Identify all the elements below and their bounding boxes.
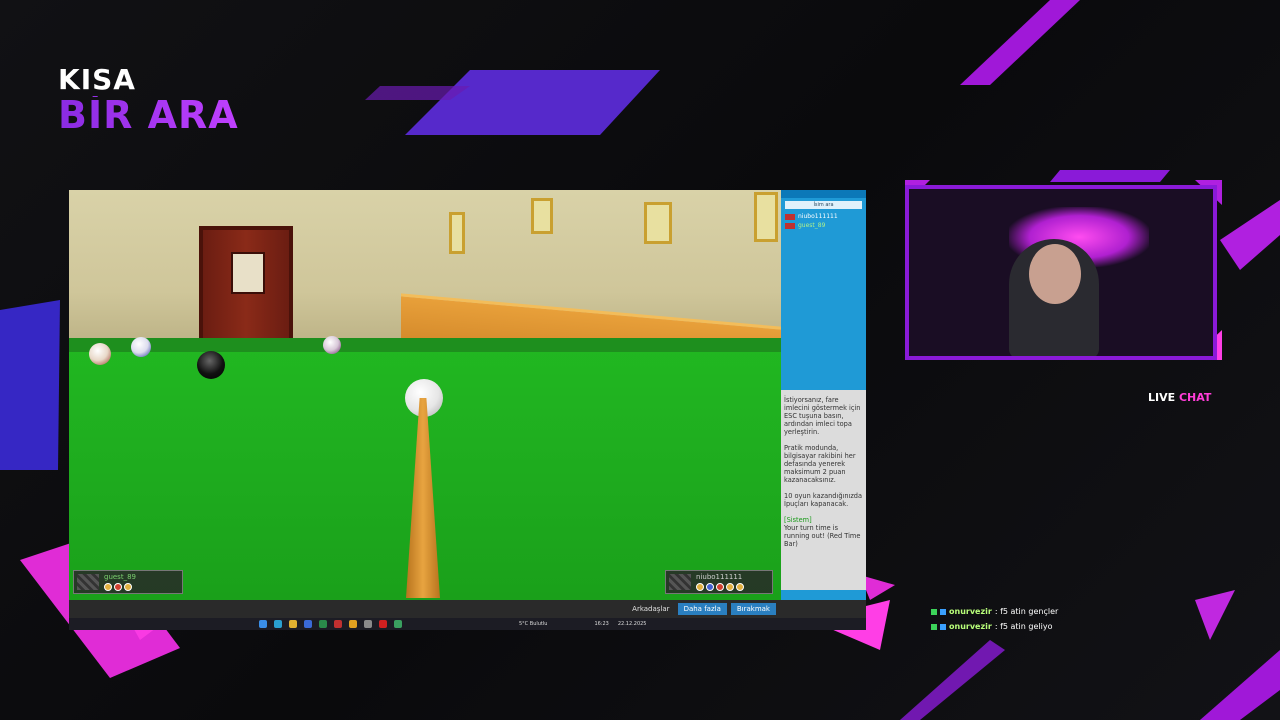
brand-line-1: KISA	[58, 63, 136, 96]
system-label: [Sistem]	[784, 516, 812, 524]
player-search-input[interactable]: İsim ara	[785, 201, 862, 209]
player-left-name: guest_89	[104, 573, 136, 581]
more-button[interactable]: Daha fazla	[677, 603, 727, 615]
streamer-head	[1029, 244, 1081, 304]
player-right-name: niubo111111	[696, 573, 743, 581]
chat-message: onurvezir : f5 atin geliyo	[931, 622, 1052, 631]
game-bottom-bar: Arkadaşlar Daha fazla Bırakmak	[69, 600, 866, 618]
folder-icon[interactable]	[289, 620, 297, 628]
wall-picture	[644, 202, 672, 244]
live-chat-title: LIVE CHAT	[1148, 391, 1211, 404]
player-list-item[interactable]: guest_89	[781, 221, 866, 230]
browser-icon[interactable]	[274, 620, 282, 628]
table-cushion	[69, 338, 781, 352]
player-plate-right: niubo111111	[665, 570, 773, 594]
chat-username: onurvezir	[949, 607, 992, 616]
windows-start-icon[interactable]	[259, 620, 267, 628]
app-icon[interactable]	[394, 620, 402, 628]
app-icon[interactable]	[304, 620, 312, 628]
ball-striped	[131, 337, 151, 357]
system-message: Your turn time is running out! (Red Time…	[784, 524, 861, 548]
chat-text: : f5 atin geliyo	[994, 622, 1053, 631]
brand-line-2: BİR ARA	[58, 93, 239, 137]
chat-text: : f5 atin gençler	[994, 607, 1059, 616]
game-sidebar: İsim ara niubo111111 guest_89 İstiyorsan…	[781, 190, 866, 600]
webcam-frame	[905, 185, 1217, 360]
ball-striped	[89, 343, 111, 365]
wall-picture	[754, 192, 778, 242]
player-list-item[interactable]: niubo111111	[781, 212, 866, 221]
app-icon[interactable]	[379, 620, 387, 628]
badge-icon	[931, 608, 937, 615]
app-icon[interactable]	[319, 620, 327, 628]
help-text: Pratik modunda, bilgisayar rakibini her …	[784, 444, 856, 484]
leave-button[interactable]: Bırakmak	[730, 603, 776, 615]
game-chat-log: İstiyorsanız, fare imlecini göstermek iç…	[781, 390, 866, 590]
player-plate-left: guest_89	[73, 570, 183, 594]
weather-status: 5°C Bulutlu	[519, 621, 548, 627]
door	[199, 226, 293, 354]
friends-button[interactable]: Arkadaşlar	[628, 603, 673, 615]
sidebar-topbar	[781, 190, 866, 198]
stream-overlay: KISA BİR ARA guest_89 niubo111111 İsim a…	[0, 0, 1280, 720]
clock-time: 16:23	[594, 621, 609, 627]
app-icon[interactable]	[364, 620, 372, 628]
wall-picture	[531, 198, 553, 234]
chat-username: onurvezir	[949, 622, 992, 631]
pool-table-scene[interactable]: guest_89 niubo111111	[69, 190, 781, 600]
clock-date: 22.12.2025	[617, 621, 647, 627]
platform-icon	[940, 608, 946, 615]
brand-logo: KISA BİR ARA	[58, 63, 239, 137]
player-list-name: guest_89	[798, 222, 826, 229]
ball-eight	[197, 351, 225, 379]
os-taskbar: 5°C Bulutlu 16:23 22.12.2025	[69, 618, 866, 630]
app-icon[interactable]	[334, 620, 342, 628]
live-chat-accent: CHAT	[1178, 391, 1212, 404]
player-list-name: niubo111111	[798, 213, 838, 220]
chat-message: onurvezir : f5 atin gençler	[931, 607, 1058, 616]
help-text: İstiyorsanız, fare imlecini göstermek iç…	[784, 396, 861, 436]
ball-striped	[323, 336, 341, 354]
live-chat-prefix: LIVE	[1148, 391, 1176, 404]
wall-picture	[449, 212, 465, 254]
badge-icon	[931, 623, 937, 630]
help-text: 10 oyun kazandığınızda İpuçları kapanaca…	[784, 492, 863, 508]
chrome-icon[interactable]	[349, 620, 357, 628]
platform-icon	[940, 623, 946, 630]
game-window: guest_89 niubo111111 İsim ara niubo11111…	[69, 190, 866, 630]
